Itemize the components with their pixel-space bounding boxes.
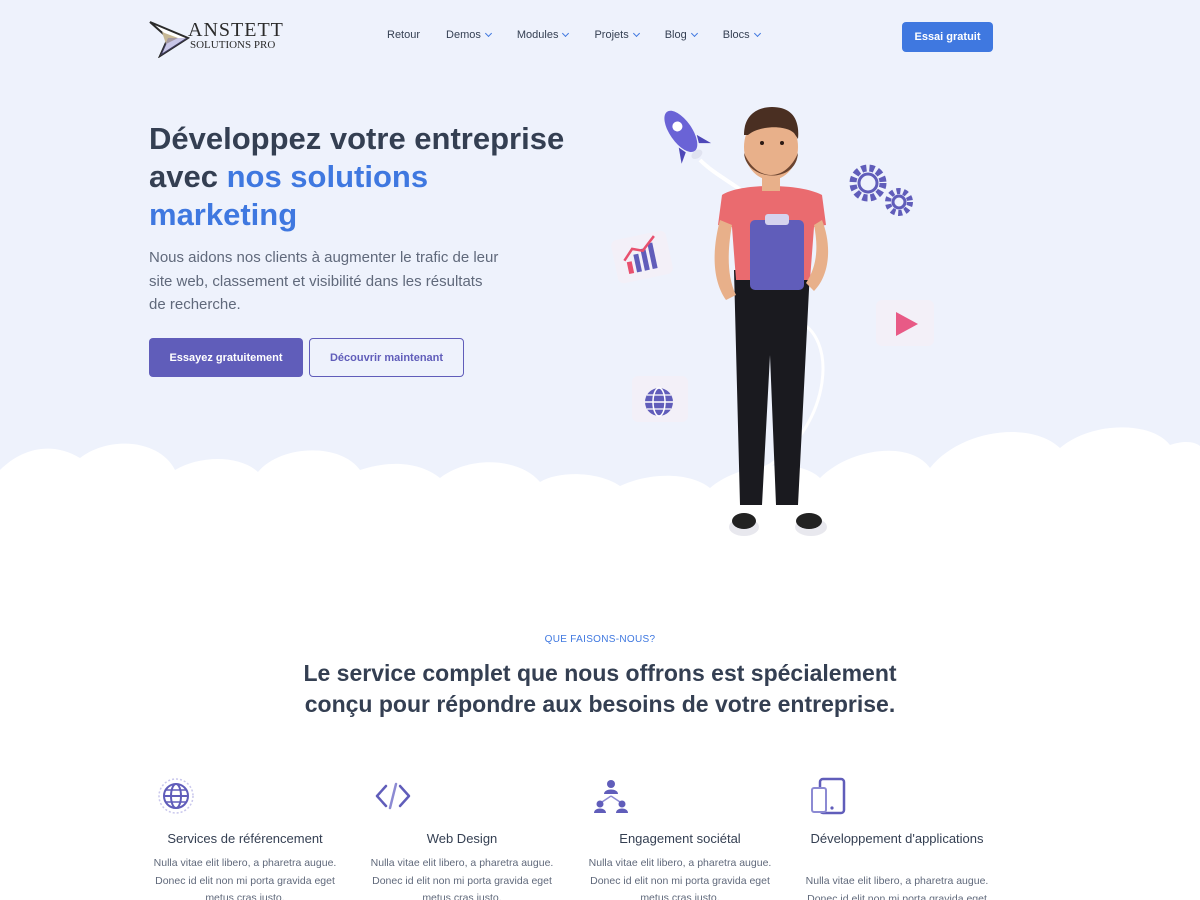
feature-text: Nulla vitae elit libero, a pharetra augu… [588, 857, 772, 900]
nav-item-label: Retour [387, 29, 421, 41]
rocket-icon [664, 110, 712, 164]
globe-icon [158, 778, 194, 814]
free-trial-button[interactable]: Essai gratuit [902, 22, 993, 52]
nav-item-projets[interactable]: Projets [594, 29, 640, 41]
nav-item-label: Blog [664, 29, 687, 41]
code-icon [375, 782, 411, 810]
services-eyebrow: QUE FAISONS-NOUS? [544, 634, 656, 645]
nav-item-label: Demos [446, 29, 481, 41]
chevron-down-icon [562, 29, 570, 38]
feature-title: Services de référencement [167, 831, 323, 846]
chevron-down-icon [484, 29, 492, 38]
nav-item-label: Projets [594, 29, 629, 41]
logo-subtitle: SOLUTIONS PRO [190, 39, 276, 51]
feature-title: Engagement sociétal [619, 831, 741, 846]
chart-card-icon [611, 230, 673, 284]
chevron-down-icon [690, 29, 698, 38]
hero-description: Nous aidons nos clients à augmenter le t… [149, 249, 499, 313]
feature-text: Nulla vitae elit libero, a pharetra augu… [153, 857, 337, 900]
logo-bird-icon [149, 21, 190, 58]
feature-title: Développement d'applications [810, 831, 984, 846]
nav-item-label: Blocs [722, 29, 750, 41]
feature-text: Nulla vitae elit libero, a pharetra augu… [805, 875, 989, 900]
globe-card-icon [632, 376, 688, 422]
team-icon [594, 780, 628, 813]
gears-icon [849, 164, 913, 216]
play-card-icon [876, 300, 934, 346]
nav-item-demos[interactable]: Demos [446, 29, 492, 41]
hero-illustration [611, 107, 934, 536]
services-title: Le service complet que nous offrons est … [303, 660, 897, 717]
main-menu: Retour Demos Modules Projets Blog Blocs [387, 29, 786, 41]
nav-item-label: Modules [516, 29, 559, 41]
logo[interactable]: ANSTETT SOLUTIONS PRO [148, 18, 298, 58]
nav-item-blocs[interactable]: Blocs [722, 29, 761, 41]
feature-title: Web Design [426, 831, 498, 846]
chevron-down-icon [632, 29, 640, 38]
chevron-down-icon [753, 29, 761, 38]
try-free-button[interactable]: Essayez gratuitement [149, 338, 303, 377]
navbar: ANSTETT SOLUTIONS PRO Retour Demos Modul… [0, 0, 1200, 74]
hero-title: Développez votre entreprise avec nos sol… [149, 120, 569, 234]
nav-item-blog[interactable]: Blog [664, 29, 698, 41]
nav-item-modules[interactable]: Modules [516, 29, 570, 41]
character-illustration [714, 107, 829, 536]
discover-button[interactable]: Découvrir maintenant [309, 338, 464, 377]
nav-item-retour[interactable]: Retour [387, 29, 420, 41]
feature-text: Nulla vitae elit libero, a pharetra augu… [370, 857, 554, 900]
devices-icon [811, 777, 846, 815]
